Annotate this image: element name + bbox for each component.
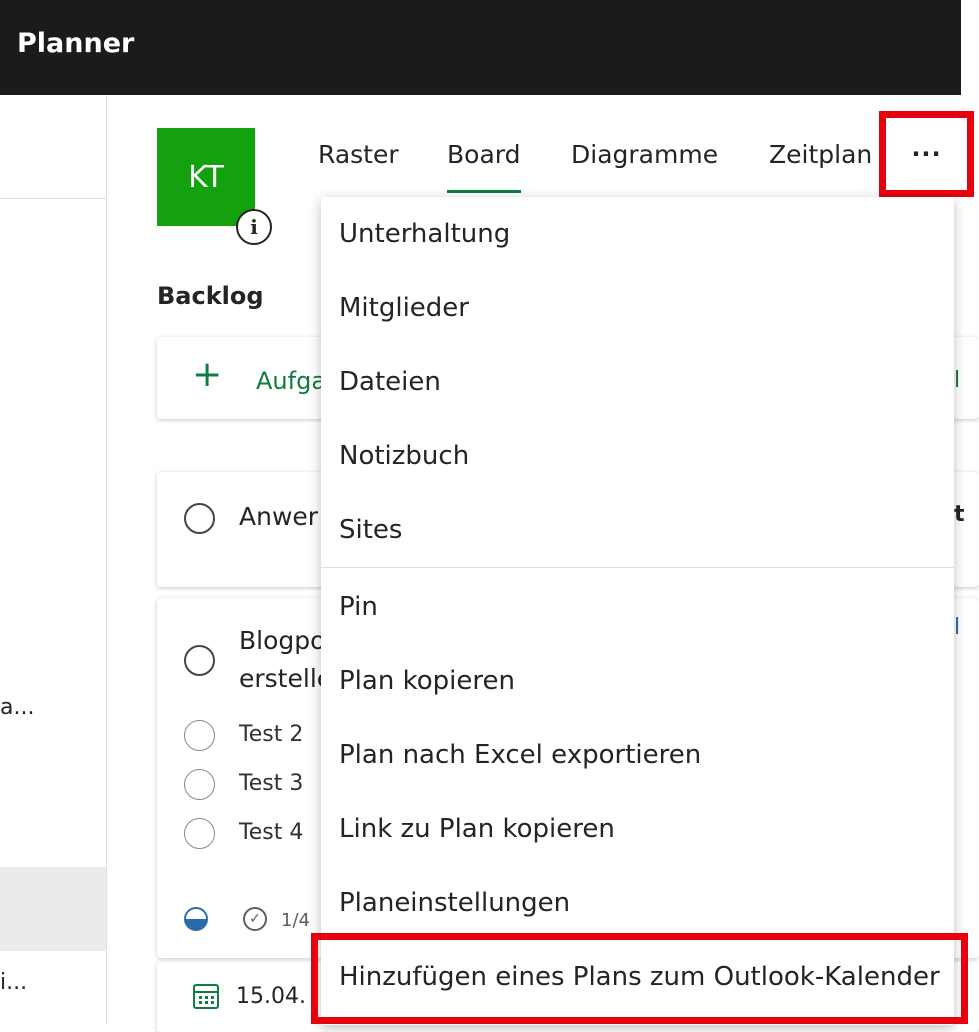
menu-item-sites[interactable]: Sites: [321, 493, 954, 567]
menu-item-plan-kopieren[interactable]: Plan kopieren: [321, 644, 954, 718]
edge-fragment: l: [954, 615, 961, 640]
checklist-item-checkbox[interactable]: [184, 720, 215, 751]
annotation-highlight: [311, 933, 968, 1024]
task-title-line2: erstelle: [239, 664, 333, 693]
menu-item-excel-export[interactable]: Plan nach Excel exportieren: [321, 718, 954, 792]
edge-fragment: l: [954, 368, 961, 393]
menu-divider: [321, 567, 954, 568]
checklist-count: 1/4: [281, 910, 310, 931]
plan-avatar[interactable]: KT: [157, 128, 255, 226]
more-options-button[interactable]: ···: [879, 111, 974, 197]
info-icon[interactable]: i: [236, 209, 272, 245]
menu-item-planeinstellungen[interactable]: Planeinstellungen: [321, 866, 954, 940]
checklist-item-checkbox[interactable]: [184, 818, 215, 849]
menu-item-pin[interactable]: Pin: [321, 570, 954, 644]
task-complete-checkbox[interactable]: [184, 645, 215, 676]
checklist-item-checkbox[interactable]: [184, 769, 215, 800]
menu-item-notizbuch[interactable]: Notizbuch: [321, 419, 954, 493]
nav-item-selected[interactable]: [0, 867, 106, 951]
nav-item-truncated[interactable]: i...: [0, 970, 27, 995]
menu-item-dateien[interactable]: Dateien: [321, 345, 954, 419]
tab-zeitplan[interactable]: Zeitplan: [769, 140, 872, 169]
checklist-item-label: Test 4: [239, 820, 304, 845]
ellipsis-icon: ···: [911, 140, 942, 168]
bucket-title[interactable]: Backlog: [157, 282, 264, 310]
nav-divider: [0, 198, 106, 199]
add-task-label: Aufga: [256, 367, 327, 395]
menu-item-link-kopieren[interactable]: Link zu Plan kopieren: [321, 792, 954, 866]
menu-item-mitglieder[interactable]: Mitglieder: [321, 271, 954, 345]
top-bar: Planner: [0, 0, 961, 95]
checklist-item-label: Test 2: [239, 722, 304, 747]
edge-fragment: t: [954, 502, 965, 527]
tab-board[interactable]: Board: [447, 140, 520, 169]
calendar-icon: [193, 984, 219, 1009]
checklist-check-icon: ✓: [243, 907, 267, 931]
more-options-menu: Unterhaltung Mitglieder Dateien Notizbuc…: [321, 197, 954, 1025]
plus-icon: +: [192, 354, 223, 395]
tab-selected-indicator: [447, 190, 521, 193]
checklist-item-label: Test 3: [239, 771, 304, 796]
left-nav-pane: a... i...: [0, 95, 107, 1025]
menu-item-unterhaltung[interactable]: Unterhaltung: [321, 197, 954, 271]
tab-diagramme[interactable]: Diagramme: [571, 140, 718, 169]
task-complete-checkbox[interactable]: [184, 503, 215, 534]
task-title: Anwer: [239, 502, 319, 531]
due-date: 15.04.: [236, 984, 306, 1009]
app-title[interactable]: Planner: [17, 28, 134, 59]
nav-item-truncated[interactable]: a...: [0, 695, 34, 720]
progress-in-progress-icon[interactable]: [184, 907, 208, 931]
task-title-line1: Blogpo: [239, 626, 326, 655]
tab-raster[interactable]: Raster: [318, 140, 399, 169]
